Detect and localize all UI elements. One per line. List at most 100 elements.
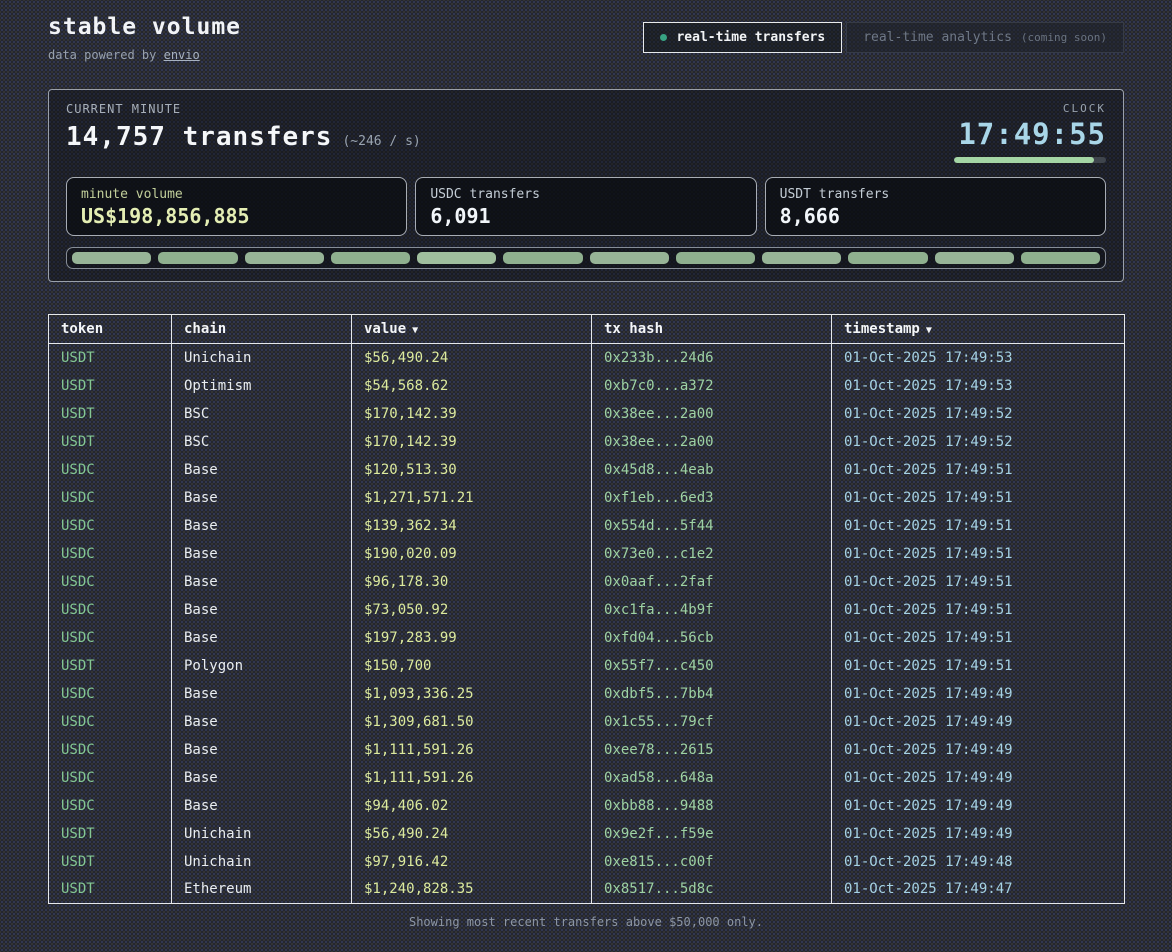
cell-token: USDC: [49, 792, 172, 820]
column-label: tx hash: [604, 321, 663, 337]
cell-tx-hash[interactable]: 0x38ee...2a00: [592, 400, 832, 428]
cell-tx-hash[interactable]: 0xfd04...56cb: [592, 624, 832, 652]
cell-timestamp: 01-Oct-2025 17:49:52: [832, 400, 1125, 428]
table-row: USDTOptimism$54,568.620xb7c0...a37201-Oc…: [49, 372, 1125, 400]
cell-timestamp: 01-Oct-2025 17:49:53: [832, 344, 1125, 372]
coming-soon-badge: (coming soon): [1021, 31, 1107, 44]
cell-chain: Ethereum: [172, 876, 352, 904]
column-header-chain[interactable]: chain: [172, 315, 352, 344]
cell-timestamp: 01-Oct-2025 17:49:52: [832, 428, 1125, 456]
cell-tx-hash[interactable]: 0xee78...2615: [592, 736, 832, 764]
topbar: stable volume data powered by envio real…: [48, 0, 1124, 62]
cell-timestamp: 01-Oct-2025 17:49:49: [832, 680, 1125, 708]
table-row: USDCBase$73,050.920xc1fa...4b9f01-Oct-20…: [49, 596, 1125, 624]
activity-segment-bar: [66, 247, 1106, 269]
transfers-table-body: USDTUnichain$56,490.240x233b...24d601-Oc…: [49, 344, 1125, 904]
tab-real-time-analytics[interactable]: real-time analytics (coming soon): [846, 22, 1124, 53]
cell-tx-hash[interactable]: 0xe815...c00f: [592, 848, 832, 876]
cell-tx-hash[interactable]: 0xad58...648a: [592, 764, 832, 792]
table-row: USDTBSC$170,142.390x38ee...2a0001-Oct-20…: [49, 400, 1125, 428]
table-row: USDTUnichain$56,490.240x9e2f...f59e01-Oc…: [49, 820, 1125, 848]
cell-tx-hash[interactable]: 0xbb88...9488: [592, 792, 832, 820]
cell-timestamp: 01-Oct-2025 17:49:48: [832, 848, 1125, 876]
cell-tx-hash[interactable]: 0xdbf5...7bb4: [592, 680, 832, 708]
stat-value: 6,091: [430, 204, 741, 228]
column-label: timestamp: [844, 321, 920, 337]
cell-token: USDC: [49, 596, 172, 624]
cell-tx-hash[interactable]: 0x73e0...c1e2: [592, 540, 832, 568]
column-label: chain: [184, 321, 226, 337]
cell-tx-hash[interactable]: 0x55f7...c450: [592, 652, 832, 680]
cell-token: USDT: [49, 652, 172, 680]
activity-segment: [1021, 252, 1100, 264]
table-row: USDTUnichain$97,916.420xe815...c00f01-Oc…: [49, 848, 1125, 876]
activity-segment: [848, 252, 927, 264]
cell-timestamp: 01-Oct-2025 17:49:53: [832, 372, 1125, 400]
column-header-timestamp[interactable]: timestamp▼: [832, 315, 1125, 344]
table-row: USDCBase$1,271,571.210xf1eb...6ed301-Oct…: [49, 484, 1125, 512]
cell-chain: Base: [172, 624, 352, 652]
table-row: USDCBase$1,111,591.260xee78...261501-Oct…: [49, 736, 1125, 764]
activity-segment: [503, 252, 582, 264]
cell-tx-hash[interactable]: 0x1c55...79cf: [592, 708, 832, 736]
clock-time: 17:49:55: [954, 117, 1106, 151]
cell-timestamp: 01-Oct-2025 17:49:51: [832, 456, 1125, 484]
column-header-token[interactable]: token: [49, 315, 172, 344]
cell-tx-hash[interactable]: 0xf1eb...6ed3: [592, 484, 832, 512]
activity-segment: [417, 252, 496, 264]
table-row: USDTBSC$170,142.390x38ee...2a0001-Oct-20…: [49, 428, 1125, 456]
table-row: USDCBase$190,020.090x73e0...c1e201-Oct-2…: [49, 540, 1125, 568]
transfer-count-line: 14,757 transfers (~246 / s): [66, 122, 421, 152]
cell-timestamp: 01-Oct-2025 17:49:51: [832, 596, 1125, 624]
cell-value: $139,362.34: [352, 512, 592, 540]
cell-chain: Base: [172, 512, 352, 540]
column-header-tx-hash[interactable]: tx hash: [592, 315, 832, 344]
cell-token: USDT: [49, 820, 172, 848]
cell-tx-hash[interactable]: 0x45d8...4eab: [592, 456, 832, 484]
header-row: token chain value▼ tx hash timestamp▼: [49, 315, 1125, 344]
stat-minute-volume: minute volume US$198,856,885: [66, 177, 407, 236]
cell-chain: Optimism: [172, 372, 352, 400]
cell-token: USDT: [49, 428, 172, 456]
clock-block: CLOCK 17:49:55: [954, 102, 1106, 163]
cell-value: $54,568.62: [352, 372, 592, 400]
activity-segment: [676, 252, 755, 264]
cell-value: $197,283.99: [352, 624, 592, 652]
envio-link[interactable]: envio: [164, 48, 200, 62]
column-header-value[interactable]: value▼: [352, 315, 592, 344]
column-label: value: [364, 321, 406, 337]
current-minute-panel: CURRENT MINUTE 14,757 transfers (~246 / …: [48, 89, 1124, 282]
cell-timestamp: 01-Oct-2025 17:49:51: [832, 568, 1125, 596]
cell-value: $120,513.30: [352, 456, 592, 484]
cell-token: USDC: [49, 680, 172, 708]
cell-tx-hash[interactable]: 0x8517...5d8c: [592, 876, 832, 904]
tab-label: real-time analytics: [863, 30, 1012, 45]
cell-tx-hash[interactable]: 0x233b...24d6: [592, 344, 832, 372]
cell-tx-hash[interactable]: 0x38ee...2a00: [592, 428, 832, 456]
cell-chain: Base: [172, 568, 352, 596]
cell-tx-hash[interactable]: 0x554d...5f44: [592, 512, 832, 540]
table-row: USDCBase$139,362.340x554d...5f4401-Oct-2…: [49, 512, 1125, 540]
stat-value: US$198,856,885: [81, 204, 392, 228]
cell-value: $1,111,591.26: [352, 764, 592, 792]
minute-progress-fill: [954, 157, 1094, 163]
cell-timestamp: 01-Oct-2025 17:49:51: [832, 652, 1125, 680]
cell-tx-hash[interactable]: 0x9e2f...f59e: [592, 820, 832, 848]
page: stable volume data powered by envio real…: [0, 0, 1172, 929]
cell-tx-hash[interactable]: 0xb7c0...a372: [592, 372, 832, 400]
cell-token: USDT: [49, 848, 172, 876]
cell-chain: Base: [172, 736, 352, 764]
cell-value: $56,490.24: [352, 820, 592, 848]
cell-value: $96,178.30: [352, 568, 592, 596]
tab-real-time-transfers[interactable]: real-time transfers: [643, 22, 842, 53]
table-row: USDCBase$1,093,336.250xdbf5...7bb401-Oct…: [49, 680, 1125, 708]
transfer-count: 14,757 transfers: [66, 122, 332, 152]
powered-by: data powered by envio: [48, 48, 241, 62]
cell-chain: Base: [172, 596, 352, 624]
table-row: USDTEthereum$1,240,828.350x8517...5d8c01…: [49, 876, 1125, 904]
powered-by-text: data powered by: [48, 48, 164, 62]
cell-tx-hash[interactable]: 0xc1fa...4b9f: [592, 596, 832, 624]
cell-tx-hash[interactable]: 0x0aaf...2faf: [592, 568, 832, 596]
cell-timestamp: 01-Oct-2025 17:49:47: [832, 876, 1125, 904]
table-row: USDCBase$1,309,681.500x1c55...79cf01-Oct…: [49, 708, 1125, 736]
